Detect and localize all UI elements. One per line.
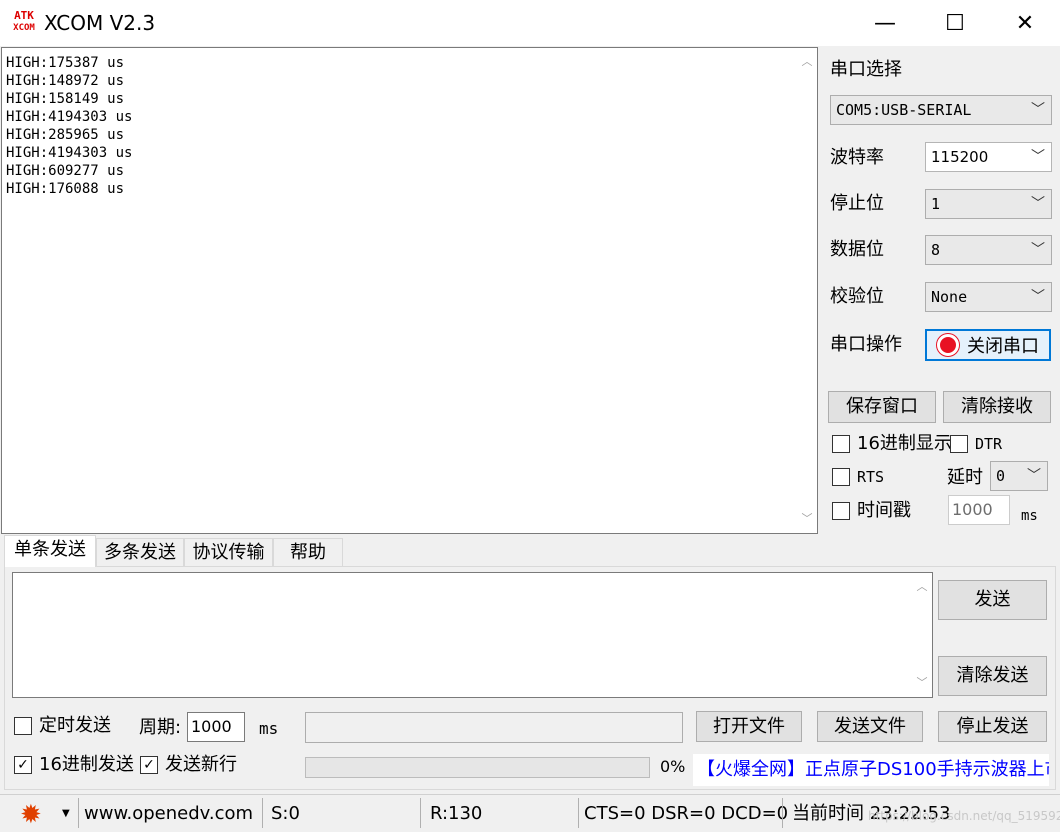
rts-label: RTS	[857, 468, 885, 486]
hex-send-label: 16进制发送	[39, 754, 134, 775]
period-unit: ms	[259, 719, 279, 738]
clear-receive-button[interactable]: 清除接收	[943, 391, 1051, 423]
file-path-field[interactable]	[305, 712, 683, 743]
chevron-down-icon: ﹀	[1031, 242, 1045, 258]
timed-send-checkbox[interactable]	[14, 717, 32, 735]
progress-percent: 0%	[660, 757, 686, 776]
app-logo: ATK XCOM	[10, 10, 38, 36]
receive-scrollbar[interactable]: ︿ ﹀	[797, 48, 817, 533]
status-separator	[782, 798, 783, 828]
line-status: CTS=0 DSR=0 DCD=0	[584, 803, 789, 824]
port-select-label: 串口选择	[830, 59, 902, 80]
status-separator	[78, 798, 79, 828]
data-bits-label: 数据位	[830, 239, 884, 260]
gear-icon[interactable]: ✹	[20, 802, 46, 828]
port-select-value: COM5:USB-SERIAL	[836, 101, 972, 119]
logo-bottom-text: XCOM	[13, 23, 35, 33]
status-separator	[420, 798, 421, 828]
chevron-down-icon[interactable]: ▼	[62, 808, 70, 819]
tab-multi-send[interactable]: 多条发送	[96, 538, 184, 566]
receive-text: HIGH:175387 us HIGH:148972 us HIGH:15814…	[6, 55, 133, 197]
tab-help[interactable]: 帮助	[273, 538, 343, 566]
chevron-down-icon: ﹀	[1031, 149, 1045, 165]
dtr-checkbox[interactable]	[950, 435, 968, 453]
stop-bits-label: 停止位	[830, 193, 884, 214]
scroll-up-icon[interactable]: ︿	[912, 577, 932, 597]
parity-value: None	[931, 288, 968, 306]
parity-select[interactable]: None ﹀	[925, 282, 1052, 312]
chevron-down-icon: ﹀	[1027, 468, 1041, 484]
data-bits-value: 8	[931, 241, 941, 259]
send-scrollbar[interactable]: ︿ ﹀	[912, 573, 932, 697]
send-newline-checkbox[interactable]: ✓	[140, 756, 158, 774]
data-bits-select[interactable]: 8 ﹀	[925, 235, 1052, 265]
sent-count: S:0	[271, 803, 300, 824]
hex-display-checkbox[interactable]	[832, 435, 850, 453]
delay-label: 延时	[947, 467, 983, 488]
tab-protocol[interactable]: 协议传输	[184, 538, 273, 566]
send-textarea[interactable]: ︿ ﹀	[12, 572, 933, 698]
send-button[interactable]: 发送	[938, 580, 1047, 620]
stop-bits-select[interactable]: 1 ﹀	[925, 189, 1052, 219]
received-count: R:130	[430, 803, 483, 824]
send-progress-bar	[305, 757, 650, 778]
stop-send-button[interactable]: 停止发送	[938, 711, 1047, 742]
chevron-down-icon: ﹀	[1031, 102, 1045, 118]
timestamp-label: 时间戳	[857, 500, 911, 521]
rts-checkbox[interactable]	[832, 468, 850, 486]
timestamp-unit: ms	[1021, 508, 1038, 524]
logo-top-text: ATK	[14, 9, 34, 22]
clear-send-button[interactable]: 清除发送	[938, 656, 1047, 696]
send-newline-label: 发送新行	[165, 754, 237, 775]
baud-label: 波特率	[830, 147, 884, 168]
window-title: XCOM V2.3	[44, 11, 156, 35]
hex-display-label: 16进制显示	[857, 433, 952, 454]
parity-label: 校验位	[830, 286, 884, 307]
tab-single-send[interactable]: 单条发送	[4, 535, 96, 567]
close-port-button[interactable]: 关闭串口	[925, 329, 1051, 361]
delay-value: 0	[996, 467, 1006, 485]
hex-send-checkbox[interactable]: ✓	[14, 756, 32, 774]
timed-send-label: 定时发送	[39, 715, 111, 736]
send-file-button[interactable]: 发送文件	[817, 711, 923, 742]
minimize-button[interactable]: —	[850, 0, 920, 46]
baud-select[interactable]: 115200 ﹀	[925, 142, 1052, 172]
maximize-button[interactable]: ☐	[920, 0, 990, 46]
promo-banner-link[interactable]: 【火爆全网】正点原子DS100手持示波器上市	[693, 754, 1049, 786]
port-open-indicator-icon	[937, 334, 959, 356]
period-input[interactable]: 1000	[187, 712, 245, 742]
status-separator	[262, 798, 263, 828]
delay-select[interactable]: 0 ﹀	[990, 461, 1048, 491]
close-window-button[interactable]: ✕	[990, 0, 1060, 46]
stop-bits-value: 1	[931, 195, 941, 213]
scroll-down-icon[interactable]: ﹀	[797, 509, 817, 529]
port-select[interactable]: COM5:USB-SERIAL ﹀	[830, 95, 1052, 125]
dtr-label: DTR	[975, 435, 1003, 453]
open-file-button[interactable]: 打开文件	[696, 711, 802, 742]
port-operation-label: 串口操作	[830, 334, 902, 355]
period-label: 周期:	[139, 717, 182, 738]
status-separator	[578, 798, 579, 828]
chevron-down-icon: ﹀	[1031, 289, 1045, 305]
close-port-label: 关闭串口	[967, 336, 1039, 357]
website-link[interactable]: www.openedv.com	[84, 804, 253, 824]
receive-textarea[interactable]: HIGH:175387 us HIGH:148972 us HIGH:15814…	[1, 47, 818, 534]
baud-value: 115200	[931, 148, 989, 166]
scroll-up-icon[interactable]: ︿	[797, 52, 817, 72]
chevron-down-icon: ﹀	[1031, 196, 1045, 212]
save-window-button[interactable]: 保存窗口	[828, 391, 936, 423]
scroll-down-icon[interactable]: ﹀	[912, 673, 932, 693]
timestamp-input[interactable]: 1000	[948, 495, 1010, 525]
timestamp-checkbox[interactable]	[832, 502, 850, 520]
watermark: https://blog.csdn.net/qq_51959247	[868, 809, 1060, 823]
